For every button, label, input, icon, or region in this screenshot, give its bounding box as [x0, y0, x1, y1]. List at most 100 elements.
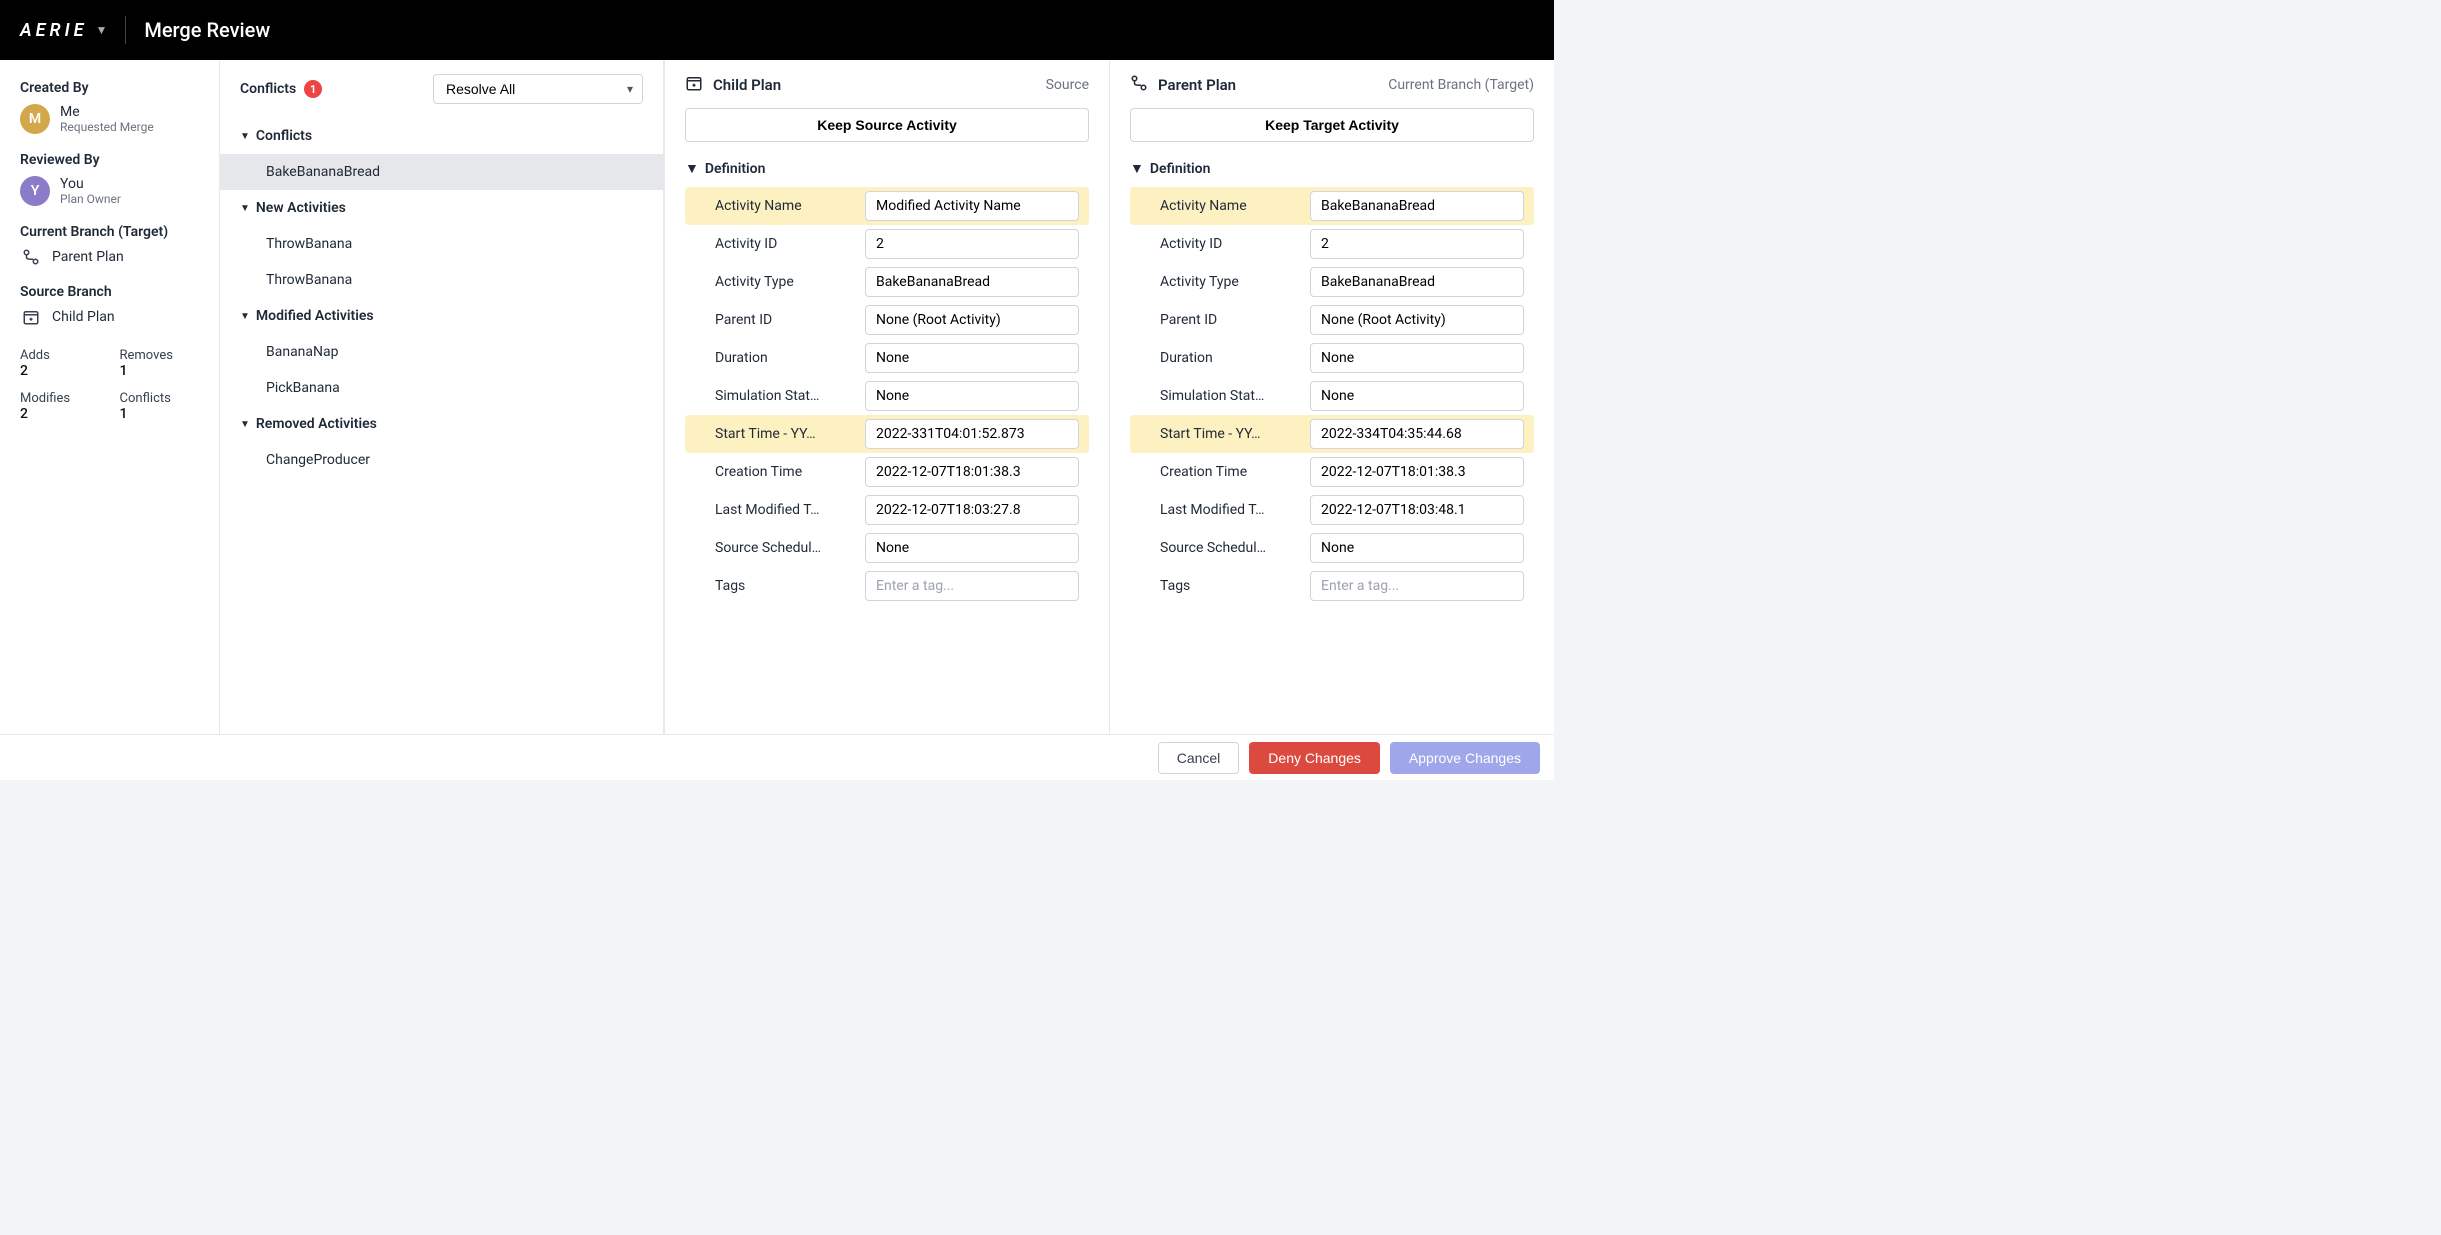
- field-input[interactable]: [1310, 343, 1524, 373]
- field-label: Parent ID: [1160, 312, 1300, 328]
- target-col-subtitle: Current Branch (Target): [1388, 77, 1534, 93]
- list-item[interactable]: ChangeProducer: [220, 442, 663, 478]
- conflicts-label: Conflicts: [120, 391, 200, 406]
- details-area: Child Plan Source Keep Source Activity ▼…: [664, 60, 1554, 734]
- field-input[interactable]: [865, 457, 1079, 487]
- field-input[interactable]: [1310, 571, 1524, 601]
- field-label: Tags: [1160, 578, 1300, 594]
- cancel-button[interactable]: Cancel: [1158, 742, 1240, 774]
- definition-header[interactable]: ▼ Definition: [685, 154, 1089, 187]
- field-input[interactable]: [865, 229, 1079, 259]
- section-header[interactable]: ▼Modified Activities: [220, 298, 663, 334]
- keep-target-button[interactable]: Keep Target Activity: [1130, 108, 1534, 142]
- field-input[interactable]: [1310, 457, 1524, 487]
- conflict-panel: Conflicts 1 Resolve All ▼ConflictsBakeBa…: [220, 60, 664, 734]
- source-definition-section: ▼ Definition Activity NameActivity IDAct…: [685, 154, 1089, 734]
- user-subtitle: Requested Merge: [60, 120, 154, 134]
- definition-header[interactable]: ▼ Definition: [1130, 154, 1534, 187]
- created-by-user[interactable]: M Me Requested Merge: [20, 104, 199, 134]
- calendar-add-icon: [20, 308, 42, 326]
- user-subtitle: Plan Owner: [60, 192, 121, 206]
- adds-value: 2: [20, 363, 100, 379]
- source-branch-name: Child Plan: [52, 309, 115, 325]
- resolve-all-select[interactable]: Resolve All: [433, 74, 643, 104]
- field-input[interactable]: [865, 419, 1079, 449]
- field-row: Activity ID: [1130, 225, 1534, 263]
- section-title: Conflicts: [256, 128, 312, 144]
- logo[interactable]: AERIE ▼: [20, 20, 107, 41]
- list-item[interactable]: ThrowBanana: [220, 262, 663, 298]
- triangle-down-icon: ▼: [1130, 160, 1144, 177]
- source-branch-label: Source Branch: [20, 284, 199, 300]
- field-label: Source Schedul…: [715, 540, 855, 556]
- field-input[interactable]: [1310, 419, 1524, 449]
- field-input[interactable]: [1310, 381, 1524, 411]
- list-item[interactable]: BananaNap: [220, 334, 663, 370]
- conflicts-value: 1: [120, 406, 200, 422]
- triangle-down-icon: ▼: [240, 419, 250, 430]
- field-label: Simulation Stat…: [1160, 388, 1300, 404]
- field-row: Simulation Stat…: [685, 377, 1089, 415]
- current-branch-row[interactable]: Parent Plan: [20, 248, 199, 266]
- field-input[interactable]: [865, 495, 1079, 525]
- reviewed-by-user[interactable]: Y You Plan Owner: [20, 176, 199, 206]
- field-label: Last Modified T…: [715, 502, 855, 518]
- field-label: Start Time - YY…: [715, 426, 855, 442]
- field-row: Parent ID: [1130, 301, 1534, 339]
- adds-label: Adds: [20, 348, 100, 363]
- field-input[interactable]: [1310, 533, 1524, 563]
- field-label: Activity ID: [1160, 236, 1300, 252]
- section-header[interactable]: ▼Removed Activities: [220, 406, 663, 442]
- source-branch-row[interactable]: Child Plan: [20, 308, 199, 326]
- avatar: Y: [20, 176, 50, 206]
- field-input[interactable]: [865, 381, 1079, 411]
- field-input[interactable]: [1310, 191, 1524, 221]
- field-row: Creation Time: [685, 453, 1089, 491]
- field-input[interactable]: [865, 191, 1079, 221]
- approve-changes-button[interactable]: Approve Changes: [1390, 742, 1540, 774]
- field-label: Tags: [715, 578, 855, 594]
- field-label: Source Schedul…: [1160, 540, 1300, 556]
- field-input[interactable]: [865, 267, 1079, 297]
- avatar: M: [20, 104, 50, 134]
- conflicts-badge: 1: [304, 80, 322, 98]
- field-row: Duration: [1130, 339, 1534, 377]
- source-col-subtitle: Source: [1046, 77, 1089, 93]
- target-col-title: Parent Plan: [1158, 76, 1236, 94]
- keep-source-button[interactable]: Keep Source Activity: [685, 108, 1089, 142]
- field-input[interactable]: [865, 533, 1079, 563]
- field-input[interactable]: [865, 305, 1079, 335]
- field-label: Activity Name: [715, 198, 855, 214]
- field-input[interactable]: [865, 571, 1079, 601]
- field-input[interactable]: [865, 343, 1079, 373]
- current-branch-name: Parent Plan: [52, 249, 124, 265]
- list-item[interactable]: PickBanana: [220, 370, 663, 406]
- field-input[interactable]: [1310, 229, 1524, 259]
- definition-label: Definition: [1150, 161, 1211, 177]
- field-row: Activity Name: [1130, 187, 1534, 225]
- source-column: Child Plan Source Keep Source Activity ▼…: [664, 60, 1109, 734]
- field-label: Creation Time: [1160, 464, 1300, 480]
- field-input[interactable]: [1310, 267, 1524, 297]
- triangle-down-icon: ▼: [240, 203, 250, 214]
- user-name: Me: [60, 104, 154, 120]
- conflict-list: ▼ConflictsBakeBananaBread▼New Activities…: [220, 118, 663, 734]
- created-by-section: Created By M Me Requested Merge: [20, 80, 199, 134]
- field-row: Last Modified T…: [685, 491, 1089, 529]
- list-item[interactable]: ThrowBanana: [220, 226, 663, 262]
- stats-grid: Adds 2 Removes 1 Modifies 2 Conflicts 1: [20, 348, 199, 422]
- deny-changes-button[interactable]: Deny Changes: [1249, 742, 1380, 774]
- section-header[interactable]: ▼Conflicts: [220, 118, 663, 154]
- field-row: Duration: [685, 339, 1089, 377]
- reviewed-by-label: Reviewed By: [20, 152, 199, 168]
- field-row: Source Schedul…: [685, 529, 1089, 567]
- definition-label: Definition: [705, 161, 766, 177]
- removes-label: Removes: [120, 348, 200, 363]
- field-input[interactable]: [1310, 495, 1524, 525]
- merge-icon: [20, 248, 42, 266]
- field-input[interactable]: [1310, 305, 1524, 335]
- list-item[interactable]: BakeBananaBread: [220, 154, 663, 190]
- section-header[interactable]: ▼New Activities: [220, 190, 663, 226]
- user-name: You: [60, 176, 121, 192]
- calendar-add-icon: [685, 74, 703, 96]
